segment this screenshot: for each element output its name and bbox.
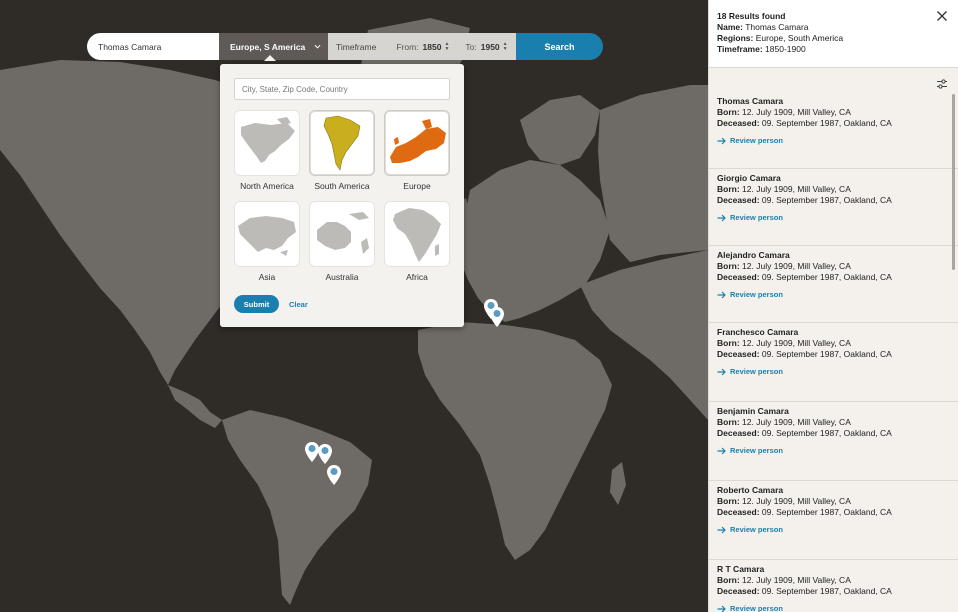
scrollbar[interactable]: [952, 94, 955, 270]
region-label: Australia: [325, 272, 359, 282]
review-person-link[interactable]: Review person: [717, 289, 950, 300]
person-name: R T Camara: [717, 564, 765, 574]
location-search-placeholder: City, State, Zip Code, Country: [242, 84, 348, 94]
summary-timeframe: Timeframe: 1850-1900: [717, 44, 806, 54]
location-search-input[interactable]: City, State, Zip Code, Country: [234, 78, 450, 100]
review-person-link[interactable]: Review person: [717, 212, 950, 223]
result-card: Franchesco Camara Born: 12. July 1909, M…: [709, 323, 958, 402]
result-card: Alejandro Camara Born: 12. July 1909, Mi…: [709, 246, 958, 323]
person-name: Roberto Camara: [717, 485, 784, 495]
from-year-stepper[interactable]: From: 1850 ▲ ▼: [396, 41, 449, 52]
region-label: Africa: [406, 272, 428, 282]
region-tile-europe[interactable]: Europe: [384, 110, 450, 191]
filter-row: [709, 68, 958, 92]
deceased-line: Deceased: 09. September 1987, Oakland, C…: [717, 272, 892, 282]
arrow-right-icon: [717, 137, 726, 144]
from-year-value: 1850: [422, 41, 442, 52]
europe-map-icon: [384, 110, 450, 176]
arrow-right-icon: [717, 368, 726, 375]
map-pin-icon[interactable]: [326, 464, 342, 486]
summary-name: Name: Thomas Camara: [717, 22, 809, 32]
filter-sliders-icon[interactable]: [936, 78, 948, 90]
arrow-right-icon: [717, 447, 726, 454]
deceased-line: Deceased: 09. September 1987, Oakland, C…: [717, 507, 892, 517]
result-card: Benjamin Camara Born: 12. July 1909, Mil…: [709, 402, 958, 481]
born-line: Born: 12. July 1909, Mill Valley, CA: [717, 417, 851, 427]
result-card: R T Camara Born: 12. July 1909, Mill Val…: [709, 560, 958, 612]
north-america-map-icon: [234, 110, 300, 176]
search-bar: Thomas Camara Europe, S America Timefram…: [87, 33, 603, 61]
person-name: Benjamin Camara: [717, 406, 789, 416]
deceased-line: Deceased: 09. September 1987, Oakland, C…: [717, 195, 892, 205]
deceased-line: Deceased: 09. September 1987, Oakland, C…: [717, 118, 892, 128]
summary-regions: Regions: Europe, South America: [717, 33, 844, 43]
region-label: North America: [240, 181, 294, 191]
region-dropdown-value: Europe, S America: [230, 41, 306, 52]
deceased-line: Deceased: 09. September 1987, Oakland, C…: [717, 349, 892, 359]
results-count: 18 Results found: [717, 11, 786, 21]
map-pin-icon[interactable]: [317, 443, 333, 465]
review-person-link[interactable]: Review person: [717, 445, 950, 456]
results-summary: 18 Results found Name: Thomas Camara Reg…: [709, 0, 958, 68]
person-name: Alejandro Camara: [717, 250, 790, 260]
region-label: Asia: [258, 272, 276, 282]
result-card: Roberto Camara Born: 12. July 1909, Mill…: [709, 481, 958, 560]
clear-button[interactable]: Clear: [289, 295, 308, 313]
region-tile-australia[interactable]: Australia: [309, 201, 375, 282]
born-line: Born: 12. July 1909, Mill Valley, CA: [717, 261, 851, 271]
up-down-arrows-icon[interactable]: ▲ ▼: [444, 41, 449, 52]
deceased-line: Deceased: 09. September 1987, Oakland, C…: [717, 428, 892, 438]
arrow-right-icon: [717, 291, 726, 298]
close-icon[interactable]: [936, 10, 948, 22]
review-person-link[interactable]: Review person: [717, 135, 950, 146]
person-name: Franchesco Camara: [717, 327, 799, 337]
review-person-link[interactable]: Review person: [717, 366, 950, 377]
to-year-value: 1950: [480, 41, 500, 52]
region-dropdown[interactable]: Europe, S America: [219, 33, 328, 61]
region-label: Europe: [403, 181, 431, 191]
submit-button[interactable]: Submit: [234, 295, 279, 313]
map-pin-icon[interactable]: [489, 306, 505, 328]
timeframe-field: Timeframe From: 1850 ▲ ▼ To: 1950 ▲ ▼: [328, 33, 516, 60]
person-name: Thomas Camara: [717, 96, 784, 106]
search-button[interactable]: Search: [516, 33, 603, 60]
region-picker-panel: City, State, Zip Code, Country North Ame…: [220, 64, 464, 327]
name-input-value: Thomas Camara: [98, 41, 162, 52]
name-input[interactable]: Thomas Camara: [87, 33, 219, 60]
arrow-right-icon: [717, 214, 726, 221]
south-america-map-icon: [309, 110, 375, 176]
region-tile-asia[interactable]: Asia: [234, 201, 300, 282]
results-sidebar: 18 Results found Name: Thomas Camara Reg…: [708, 0, 958, 612]
arrow-right-icon: [717, 605, 726, 612]
region-label: South America: [314, 181, 370, 191]
deceased-line: Deceased: 09. September 1987, Oakland, C…: [717, 586, 892, 596]
timeframe-label: Timeframe: [336, 41, 377, 52]
region-tile-south-america[interactable]: South America: [309, 110, 375, 191]
review-person-link[interactable]: Review person: [717, 603, 950, 612]
region-tile-north-america[interactable]: North America: [234, 110, 300, 191]
from-label: From:: [396, 41, 419, 52]
chevron-down-icon: [314, 44, 321, 49]
arrow-right-icon: [717, 526, 726, 533]
born-line: Born: 12. July 1909, Mill Valley, CA: [717, 338, 851, 348]
born-line: Born: 12. July 1909, Mill Valley, CA: [717, 496, 851, 506]
australia-map-icon: [309, 201, 375, 267]
born-line: Born: 12. July 1909, Mill Valley, CA: [717, 184, 851, 194]
africa-map-icon: [384, 201, 450, 267]
results-list: Thomas Camara Born: 12. July 1909, Mill …: [709, 92, 958, 612]
asia-map-icon: [234, 201, 300, 267]
up-down-arrows-icon[interactable]: ▲ ▼: [503, 41, 508, 52]
born-line: Born: 12. July 1909, Mill Valley, CA: [717, 575, 851, 585]
result-card: Thomas Camara Born: 12. July 1909, Mill …: [709, 92, 958, 169]
region-tile-africa[interactable]: Africa: [384, 201, 450, 282]
result-card: Giorgio Camara Born: 12. July 1909, Mill…: [709, 169, 958, 246]
to-year-stepper[interactable]: To: 1950 ▲ ▼: [465, 41, 508, 52]
person-name: Giorgio Camara: [717, 173, 781, 183]
to-label: To:: [465, 41, 477, 52]
review-person-link[interactable]: Review person: [717, 524, 950, 535]
born-line: Born: 12. July 1909, Mill Valley, CA: [717, 107, 851, 117]
